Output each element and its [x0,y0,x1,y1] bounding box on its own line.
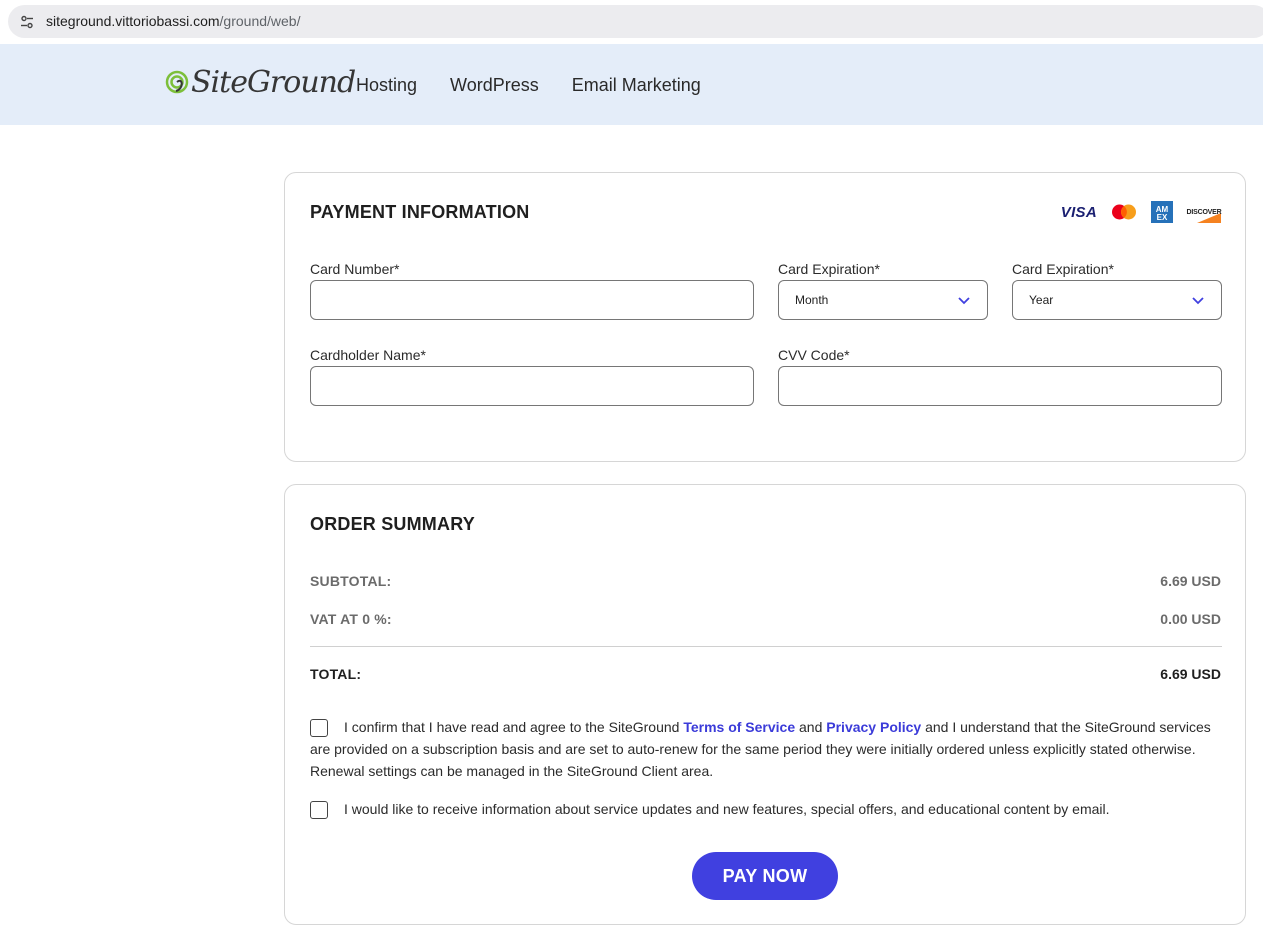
summary-divider [310,646,1222,647]
main-nav: Hosting WordPress Email Marketing [356,75,734,96]
privacy-policy-link[interactable]: Privacy Policy [826,719,921,735]
exp-year-label: Card Expiration* [1012,261,1114,277]
nav-email-marketing[interactable]: Email Marketing [572,75,701,96]
accepted-cards: VISA AM EX DISCOVER [1047,201,1222,223]
chevron-down-icon [1192,297,1204,305]
payment-title: PAYMENT INFORMATION [310,202,530,222]
mastercard-icon [1111,204,1137,220]
url-path: /ground/web/ [219,13,301,29]
siteground-logo-icon [165,70,189,94]
vat-value: 0.00 USD [1160,611,1221,627]
terms-text-1: I confirm that I have read and agree to … [344,719,684,735]
cardholder-name-input[interactable] [310,366,754,406]
terms-text-2: and [795,719,827,735]
siteground-logo[interactable]: SiteGround [165,64,356,100]
nav-wordpress[interactable]: WordPress [450,75,539,96]
amex-bottom-text: EX [1156,212,1168,222]
cvv-label: CVV Code* [778,347,850,363]
total-value: 6.69 USD [1160,666,1221,682]
cvv-input[interactable] [778,366,1222,406]
discover-text: DISCOVER [1186,208,1222,216]
terms-of-service-link[interactable]: Terms of Service [683,719,795,735]
site-settings-icon[interactable] [19,14,35,30]
site-header: SiteGround Hosting WordPress Email Marke… [0,44,1263,125]
url-text[interactable]: siteground.vittoriobassi.com/ground/web/ [46,13,300,29]
order-summary-title: ORDER SUMMARY [310,514,475,534]
logo-text: SiteGround [191,64,356,100]
browser-toolbar: siteground.vittoriobassi.com/ground/web/ [0,0,1263,44]
nav-hosting[interactable]: Hosting [356,75,417,96]
card-number-input[interactable] [310,280,754,320]
payment-information-card: PAYMENT INFORMATION VISA AM EX DISCOVER C… [284,172,1246,462]
total-label: TOTAL: [310,666,362,682]
exp-month-select[interactable]: Month [778,280,988,320]
url-host: siteground.vittoriobassi.com [46,13,220,29]
terms-text: I confirm that I have read and agree to … [310,716,1222,782]
visa-icon: VISA [1060,203,1097,221]
order-summary-card: ORDER SUMMARY SUBTOTAL: 6.69 USD VAT AT … [284,484,1246,925]
exp-year-select[interactable]: Year [1012,280,1222,320]
amex-icon: AM EX [1151,201,1173,223]
pay-now-button[interactable]: PAY NOW [692,852,838,900]
subtotal-label: SUBTOTAL: [310,573,392,589]
vat-label: VAT AT 0 %: [310,611,392,627]
newsletter-text: I would like to receive information abou… [344,801,1110,817]
card-number-label: Card Number* [310,261,400,277]
exp-month-label: Card Expiration* [778,261,880,277]
exp-year-value: Year [1029,293,1054,307]
address-bar[interactable]: siteground.vittoriobassi.com/ground/web/ [8,5,1263,38]
cardholder-name-label: Cardholder Name* [310,347,426,363]
subtotal-value: 6.69 USD [1160,573,1221,589]
discover-icon: DISCOVER [1186,201,1222,223]
chevron-down-icon [958,297,970,305]
exp-month-value: Month [795,293,829,307]
